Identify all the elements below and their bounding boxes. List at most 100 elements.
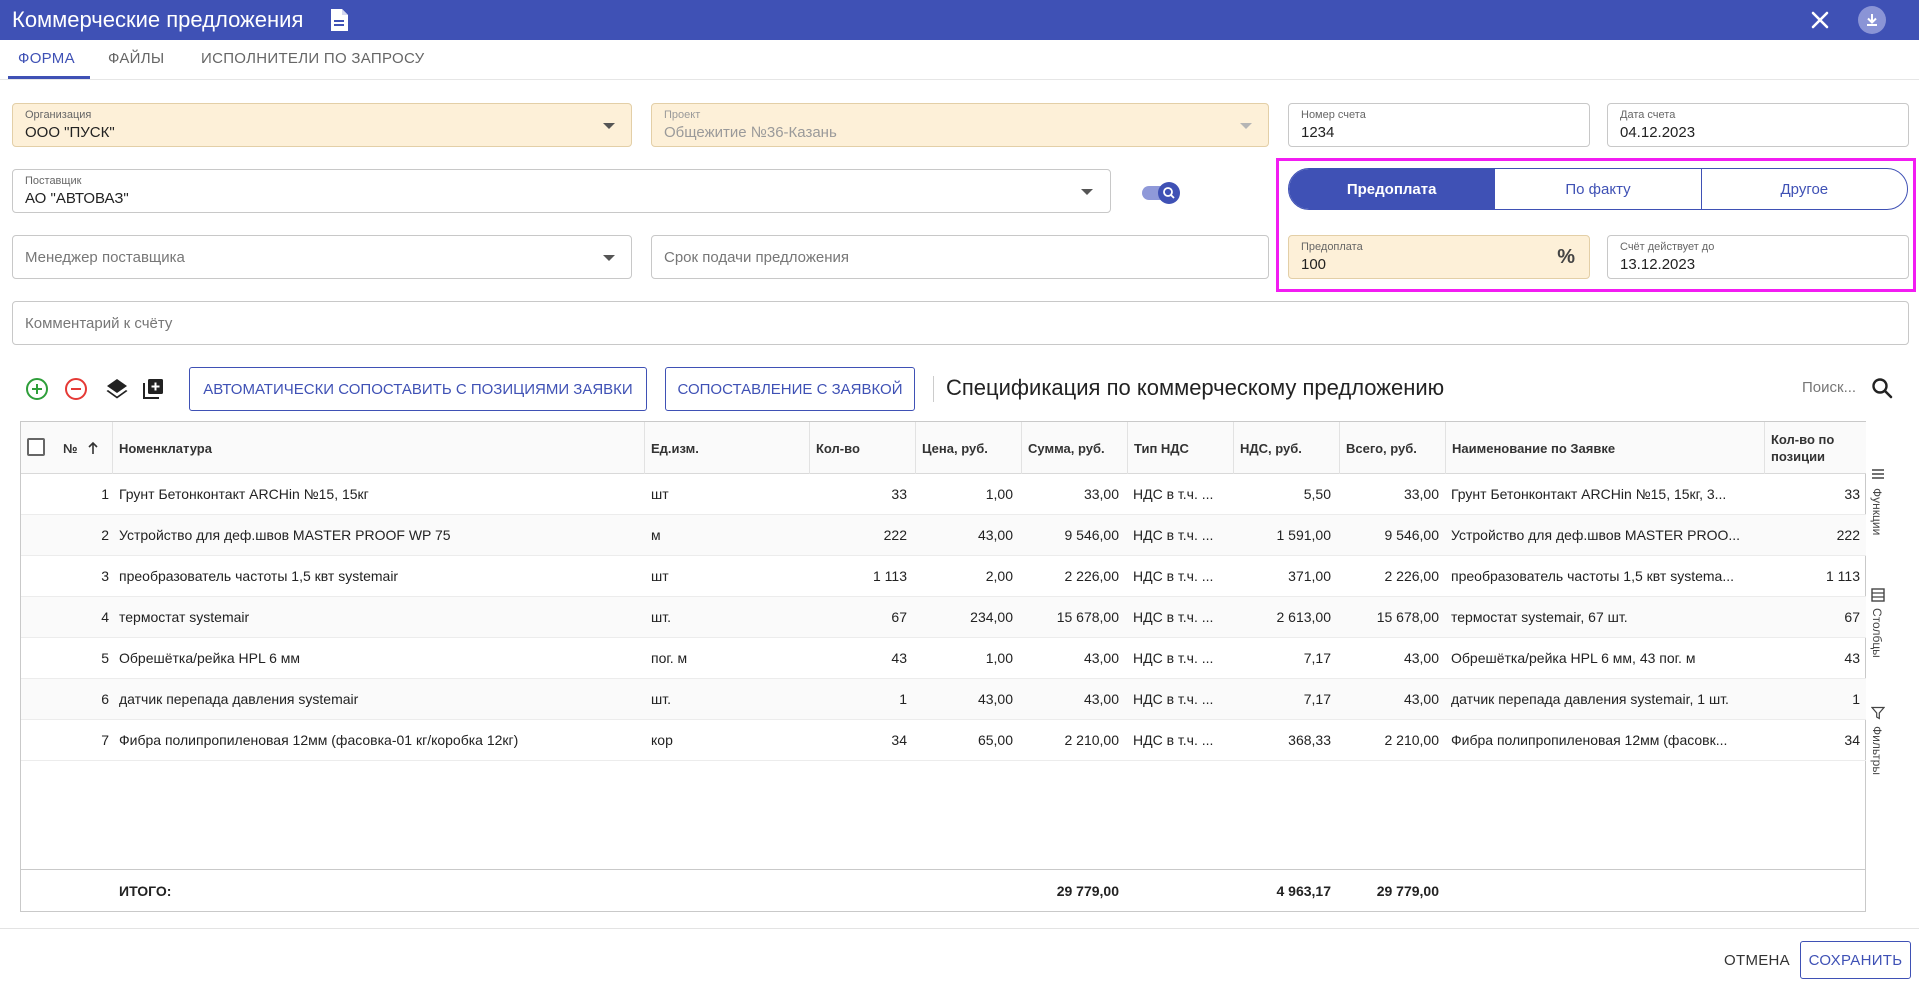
organization-select[interactable]: Организация ООО "ПУСК"	[12, 103, 632, 147]
cell-total: 43,00	[1403, 691, 1439, 707]
header-request-name[interactable]: Наименование по Заявке	[1445, 422, 1764, 474]
remove-row-icon[interactable]	[63, 376, 89, 402]
header-nomenclature[interactable]: Номенклатура	[112, 422, 644, 474]
side-tab-functions[interactable]: Функции	[1866, 468, 1890, 550]
payment-type-prepayment[interactable]: Предоплата	[1289, 169, 1496, 209]
payment-type-other[interactable]: Другое	[1702, 169, 1907, 209]
invoice-date-value: 04.12.2023	[1620, 124, 1696, 141]
valid-until-field[interactable]: Счёт действует до 13.12.2023	[1607, 235, 1909, 279]
totals-total: 29 779,00	[1376, 883, 1439, 899]
prepayment-label: Предоплата	[1301, 241, 1363, 253]
active-tab-indicator	[8, 76, 90, 79]
cell-qty-position: 222	[1836, 527, 1860, 543]
download-icon[interactable]	[1858, 6, 1886, 34]
spec-table: № Номенклатура Ед.изм. Кол-во Цена, руб.…	[20, 421, 1866, 912]
cancel-button[interactable]: ОТМЕНА	[1718, 941, 1796, 979]
header-sum[interactable]: Сумма, руб.	[1021, 422, 1127, 474]
cell-request-name: Грунт Бетонконтакт ARCHin №15, 15кг, 3..…	[1451, 486, 1727, 502]
toggle-knob	[1158, 182, 1180, 204]
cell-vat-type: НДС в т.ч. ...	[1133, 527, 1214, 543]
header-price[interactable]: Цена, руб.	[915, 422, 1021, 474]
cell-price: 1,00	[985, 486, 1013, 502]
menu-icon	[1872, 469, 1884, 479]
invoice-date-field[interactable]: Дата счета 04.12.2023	[1607, 103, 1909, 147]
tab-form[interactable]: ФОРМА	[18, 50, 75, 67]
header-total[interactable]: Всего, руб.	[1339, 422, 1445, 474]
chevron-down-icon	[1240, 123, 1252, 129]
table-row[interactable]: 6 датчик перепада давления systemair шт. 1 4…	[21, 679, 1866, 720]
document-icon[interactable]	[328, 8, 350, 32]
search-input[interactable]: Поиск...	[1802, 379, 1856, 396]
cell-qty: 1 113	[873, 568, 907, 584]
cell-num: 4	[101, 609, 109, 625]
header-num-label: №	[63, 440, 78, 456]
cell-nomenclature: датчик перепада давления systemair	[119, 691, 359, 707]
cell-unit: кор	[651, 732, 673, 748]
match-button[interactable]: СОПОСТАВЛЕНИЕ С ЗАЯВКОЙ	[665, 367, 915, 411]
side-tab-filters-label: Фильтры	[1870, 726, 1884, 775]
payment-type-on-fact[interactable]: По факту	[1495, 169, 1702, 209]
cell-unit: шт	[651, 568, 669, 584]
cell-price: 2,00	[985, 568, 1013, 584]
cell-unit: шт.	[651, 609, 671, 625]
table-row[interactable]: 2 Устройство для деф.швов MASTER PROOF WP…	[21, 515, 1866, 556]
comment-field[interactable]: Комментарий к счёту	[12, 301, 1909, 345]
supplier-label: Поставщик	[25, 175, 82, 187]
cell-qty: 33	[891, 486, 907, 502]
select-all-checkbox[interactable]	[27, 438, 45, 456]
supplier-manager-select[interactable]: Менеджер поставщика	[12, 235, 632, 279]
chevron-down-icon	[1081, 189, 1093, 195]
table-row[interactable]: 7 Фибра полипропиленовая 12мм (фасовка-01…	[21, 720, 1866, 761]
cell-num: 7	[101, 732, 109, 748]
supplier-search-toggle[interactable]	[1140, 182, 1180, 204]
header-unit[interactable]: Ед.изм.	[644, 422, 809, 474]
tab-files[interactable]: ФАЙЛЫ	[108, 50, 164, 67]
header-qty-position[interactable]: Кол-во по позиции	[1764, 422, 1866, 474]
side-tab-filters[interactable]: Фильтры	[1866, 706, 1890, 788]
table-row[interactable]: 1 Грунт Бетонконтакт ARCHin №15, 15кг шт 33…	[21, 474, 1866, 515]
header-vat-type[interactable]: Тип НДС	[1127, 422, 1233, 474]
cell-total: 33,00	[1403, 486, 1439, 502]
side-tab-columns[interactable]: Столбцы	[1866, 588, 1890, 670]
header-qty[interactable]: Кол-во	[809, 422, 915, 474]
cell-sum: 2 210,00	[1064, 732, 1120, 748]
prepayment-field[interactable]: Предоплата 100 %	[1288, 235, 1590, 279]
close-icon[interactable]	[1808, 8, 1832, 32]
table-header: № Номенклатура Ед.изм. Кол-во Цена, руб.…	[21, 422, 1866, 474]
cell-sum: 9 546,00	[1064, 527, 1120, 543]
auto-match-button[interactable]: АВТОМАТИЧЕСКИ СОПОСТАВИТЬ С ПОЗИЦИЯМИ ЗА…	[189, 367, 647, 411]
supplier-select[interactable]: Поставщик АО "АВТОВАЗ"	[12, 169, 1111, 213]
add-copy-icon[interactable]	[140, 376, 166, 402]
cell-vat-type: НДС в т.ч. ...	[1133, 568, 1214, 584]
deadline-field[interactable]: Срок подачи предложения	[651, 235, 1269, 279]
header-vat[interactable]: НДС, руб.	[1233, 422, 1339, 474]
cell-qty: 1	[899, 691, 907, 707]
layers-icon[interactable]	[104, 376, 130, 402]
cell-request-name: датчик перепада давления systemair, 1 шт…	[1451, 691, 1729, 707]
search-icon[interactable]	[1870, 376, 1894, 400]
cell-num: 2	[101, 527, 109, 543]
supplier-manager-placeholder: Менеджер поставщика	[25, 249, 185, 266]
side-tab-columns-label: Столбцы	[1870, 608, 1884, 658]
cell-qty-position: 33	[1844, 486, 1860, 502]
invoice-number-field[interactable]: Номер счета 1234	[1288, 103, 1590, 147]
payment-type-toggle-group: Предоплата По факту Другое	[1288, 168, 1908, 210]
tab-executors[interactable]: ИСПОЛНИТЕЛИ ПО ЗАПРОСУ	[201, 50, 424, 67]
table-row[interactable]: 5 Обрешётка/рейка HPL 6 мм пог. м 43 1,00 43,…	[21, 638, 1866, 679]
cell-nomenclature: преобразователь частоты 1,5 квт systemai…	[119, 568, 399, 584]
cell-num: 1	[101, 486, 109, 502]
cell-total: 9 546,00	[1384, 527, 1440, 543]
footer-divider	[0, 928, 1919, 929]
add-row-icon[interactable]	[24, 376, 50, 402]
filter-icon	[1871, 706, 1885, 720]
save-button[interactable]: СОХРАНИТЬ	[1800, 941, 1911, 979]
totals-row: ИТОГО: 29 779,00 4 963,17 29 779,00	[21, 869, 1866, 912]
table-row[interactable]: 3 преобразователь частоты 1,5 квт systema…	[21, 556, 1866, 597]
cell-price: 65,00	[977, 732, 1013, 748]
table-row[interactable]: 4 термостат systemair шт. 67 234,00 15 678,00…	[21, 597, 1866, 638]
supplier-value: АО "АВТОВАЗ"	[25, 190, 129, 207]
cell-vat-type: НДС в т.ч. ...	[1133, 609, 1214, 625]
cell-vat: 5,50	[1303, 486, 1331, 502]
sort-ascending-icon	[87, 441, 98, 454]
invoice-date-label: Дата счета	[1620, 109, 1676, 121]
